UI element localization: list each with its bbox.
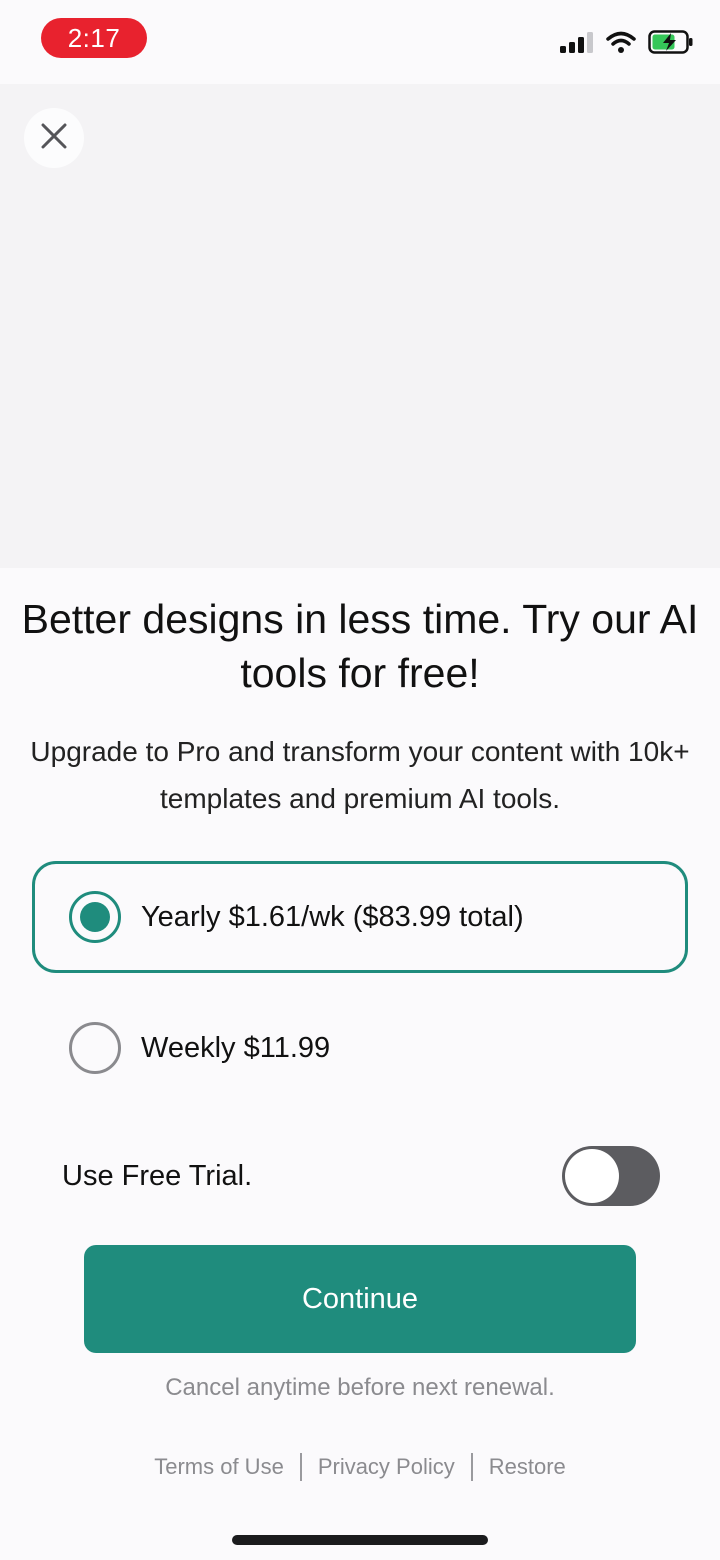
toggle-knob [565, 1149, 619, 1203]
status-icons [560, 29, 694, 59]
restore-link[interactable]: Restore [489, 1454, 566, 1480]
home-indicator [232, 1535, 488, 1545]
privacy-policy-link[interactable]: Privacy Policy [318, 1454, 455, 1480]
footer-divider [470, 1453, 473, 1481]
status-time: 2:17 [41, 18, 147, 58]
cellular-signal-icon [560, 31, 594, 58]
continue-button[interactable]: Continue [84, 1245, 636, 1353]
free-trial-toggle[interactable] [562, 1146, 660, 1206]
wifi-icon [606, 31, 636, 58]
status-bar: 2:17 [0, 0, 720, 84]
terms-of-use-link[interactable]: Terms of Use [154, 1454, 284, 1480]
radio-unselected-icon [69, 1022, 121, 1074]
footer-divider [299, 1453, 302, 1481]
headline: Better designs in less time. Try our AI … [21, 596, 699, 696]
cancel-note: Cancel anytime before next renewal. [165, 1374, 555, 1401]
footer-links: Terms of Use Privacy Policy Restore [0, 1450, 720, 1484]
close-button[interactable] [24, 108, 84, 168]
free-trial-label: Use Free Trial. [62, 1159, 253, 1192]
plan-option-yearly[interactable]: Yearly $1.61/wk ($83.99 total) [32, 861, 688, 973]
radio-selected-icon [69, 891, 121, 943]
subheadline: Upgrade to Pro and transform your conten… [30, 736, 690, 814]
hero-image-area [0, 84, 720, 568]
free-trial-row: Use Free Trial. [62, 1146, 660, 1206]
plan-option-weekly[interactable]: Weekly $11.99 [32, 992, 688, 1104]
plan-label-yearly: Yearly $1.61/wk ($83.99 total) [141, 900, 524, 933]
battery-charging-icon [648, 29, 694, 59]
plan-label-weekly: Weekly $11.99 [141, 1031, 331, 1064]
paywall-screen: 2:17 Better designs in less time. Try ou… [0, 0, 720, 1560]
close-icon [40, 122, 68, 155]
